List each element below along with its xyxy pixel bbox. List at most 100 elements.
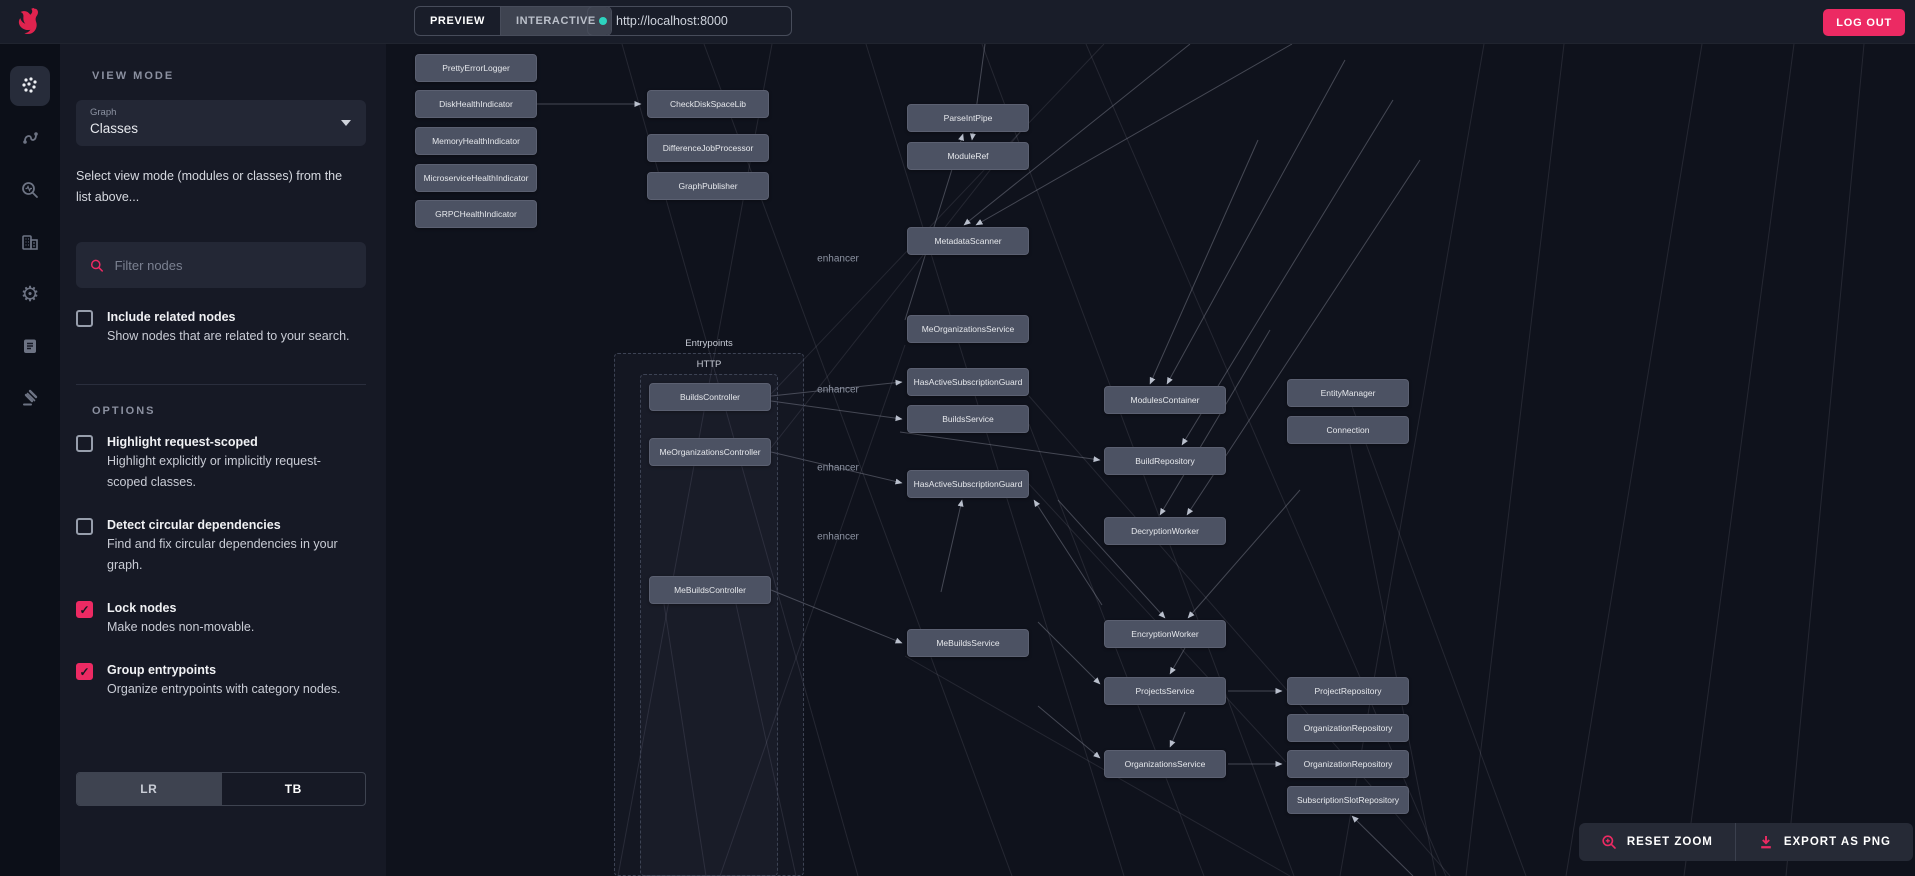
- preview-url-input[interactable]: [616, 14, 780, 28]
- graph-edge: [1169, 711, 1186, 748]
- tab-preview[interactable]: PREVIEW: [415, 7, 500, 35]
- option-description: Highlight explicitly or implicitly reque…: [107, 454, 321, 489]
- graph-node-graphpublisher[interactable]: GraphPublisher: [647, 172, 769, 200]
- preview-url-box[interactable]: [587, 6, 792, 36]
- sidebar-item-routes[interactable]: [10, 118, 50, 158]
- sidebar-item-scan[interactable]: [10, 170, 50, 210]
- option-title: Highlight request-scoped: [107, 435, 258, 449]
- graph-edge: [1159, 329, 1271, 516]
- graph-edge: [1785, 43, 1865, 876]
- option-title: Group entrypoints: [107, 663, 217, 677]
- edge-label: enhancer: [817, 462, 859, 474]
- option-row-group-entrypoints[interactable]: ✓ Group entrypoints Organize entrypoints w…: [76, 661, 366, 700]
- zoom-reset-icon: [1602, 835, 1616, 849]
- checkbox[interactable]: ✓: [76, 601, 93, 618]
- filter-nodes-box[interactable]: [76, 242, 366, 288]
- graph-node-moduleref[interactable]: ModuleRef: [907, 142, 1029, 170]
- preview-mode-tabs: PREVIEW INTERACTIVE: [414, 6, 612, 36]
- graph-node-parseintpipe[interactable]: ParseIntPipe: [907, 104, 1029, 132]
- top-bar: PREVIEWINTERACTIVE LOG OUT: [0, 0, 1915, 44]
- graph-node-organizationrepository[interactable]: OrganizationRepository: [1287, 750, 1409, 778]
- graph-node-connection[interactable]: Connection: [1287, 416, 1409, 444]
- checkbox[interactable]: [76, 518, 93, 535]
- graph-edge: [1187, 489, 1301, 619]
- option-description: Organize entrypoints with category nodes…: [107, 682, 341, 696]
- edge-label: enhancer: [817, 384, 859, 396]
- graph-node-differencejobprocessor[interactable]: DifferenceJobProcessor: [647, 134, 769, 162]
- option-row-lock-nodes[interactable]: ✓ Lock nodes Make nodes non-movable.: [76, 599, 366, 638]
- graph-node-microservicehealthindicator[interactable]: MicroserviceHealthIndicator: [415, 164, 537, 192]
- graph-node-meorganizationscontroller[interactable]: MeOrganizationsController: [649, 438, 771, 466]
- filter-nodes-input[interactable]: [114, 257, 352, 273]
- include-related-checkbox-row[interactable]: Include related nodes Show nodes that ar…: [76, 308, 366, 347]
- graph-select[interactable]: Graph Classes: [76, 100, 366, 146]
- graph-edge: [975, 43, 1293, 226]
- graph-node-mebuildsservice[interactable]: MeBuildsService: [907, 629, 1029, 657]
- layout-direction-toggle: LR TB: [76, 772, 366, 806]
- graph-node-hasactivesubscriptionguard[interactable]: HasActiveSubscriptionGuard: [907, 368, 1029, 396]
- graph-node-projectrepository[interactable]: ProjectRepository: [1287, 677, 1409, 705]
- reset-zoom-label: RESET ZOOM: [1626, 836, 1713, 848]
- option-row-highlight-request-scoped[interactable]: Highlight request-scoped Highlight explic…: [76, 433, 366, 493]
- graph-node-grpchealthindicator[interactable]: GRPCHealthIndicator: [415, 200, 537, 228]
- graph-edge: [1037, 621, 1101, 685]
- options-header: OPTIONS: [92, 405, 156, 417]
- icon-rail: ⚙: [0, 44, 60, 876]
- graph-node-entitymanager[interactable]: EntityManager: [1287, 379, 1409, 407]
- include-related-checkbox[interactable]: [76, 310, 93, 327]
- graph-node-prettyerrorlogger[interactable]: PrettyErrorLogger: [415, 54, 537, 82]
- log-out-button[interactable]: LOG OUT: [1823, 9, 1905, 36]
- settings-icon: ⚙: [20, 282, 40, 306]
- graph-node-hasactivesubscriptionguard[interactable]: HasActiveSubscriptionGuard: [907, 470, 1029, 498]
- direction-tb-button[interactable]: TB: [220, 773, 366, 805]
- graph-node-checkdiskspacelib[interactable]: CheckDiskSpaceLib: [647, 90, 769, 118]
- graph-node-decryptionworker[interactable]: DecryptionWorker: [1104, 517, 1226, 545]
- modules-icon: [20, 232, 40, 252]
- sidebar-item-graph[interactable]: [10, 66, 50, 106]
- export-png-label: EXPORT AS PNG: [1783, 836, 1891, 848]
- graph-node-projectsservice[interactable]: ProjectsService: [1104, 677, 1226, 705]
- graph-node-buildsservice[interactable]: BuildsService: [907, 405, 1029, 433]
- graph-node-mebuildscontroller[interactable]: MeBuildsController: [649, 576, 771, 604]
- canvas-controls: RESET ZOOM EXPORT AS PNG: [1578, 823, 1913, 861]
- graph-node-memoryhealthindicator[interactable]: MemoryHealthIndicator: [415, 127, 537, 155]
- direction-lr-button[interactable]: LR: [77, 773, 221, 805]
- sidebar-item-gavel[interactable]: [10, 378, 50, 418]
- sidebar-item-settings[interactable]: ⚙: [10, 274, 50, 314]
- gavel-icon: [20, 388, 40, 408]
- graph-node-modulescontainer[interactable]: ModulesContainer: [1104, 386, 1226, 414]
- edge-label: enhancer: [817, 531, 859, 543]
- docs-icon: [20, 336, 40, 356]
- graph-edge: [1683, 43, 1795, 876]
- checkbox[interactable]: [76, 435, 93, 452]
- graph-node-buildscontroller[interactable]: BuildsController: [649, 383, 771, 411]
- reset-zoom-button[interactable]: RESET ZOOM: [1579, 823, 1735, 861]
- graph-node-metadatascanner[interactable]: MetadataScanner: [907, 227, 1029, 255]
- export-png-button[interactable]: EXPORT AS PNG: [1734, 823, 1913, 861]
- search-icon: [90, 259, 103, 272]
- graph-node-diskhealthindicator[interactable]: DiskHealthIndicator: [415, 90, 537, 118]
- view-mode-description: Select view mode (modules or classes) fr…: [76, 169, 343, 204]
- graph-select-label: Graph: [90, 107, 117, 118]
- sidebar-item-modules[interactable]: [10, 222, 50, 262]
- graph-edge: [1465, 43, 1565, 876]
- graph-node-organizationsservice[interactable]: OrganizationsService: [1104, 750, 1226, 778]
- graph-node-organizationrepository[interactable]: OrganizationRepository: [1287, 714, 1409, 742]
- graph-node-meorganizationsservice[interactable]: MeOrganizationsService: [907, 315, 1029, 343]
- scan-icon: [20, 180, 40, 200]
- graph-node-encryptionworker[interactable]: EncryptionWorker: [1104, 620, 1226, 648]
- group-label: HTTP: [696, 359, 722, 370]
- option-title: Lock nodes: [107, 601, 177, 615]
- graph-node-buildrepository[interactable]: BuildRepository: [1104, 447, 1226, 475]
- graph-edge: [904, 655, 1291, 876]
- graph-edge: [1351, 815, 1414, 876]
- checkbox[interactable]: ✓: [76, 663, 93, 680]
- option-description: Find and fix circular dependencies in yo…: [107, 537, 338, 572]
- graph-edge: [1169, 647, 1186, 675]
- option-row-detect-circular-dependencies[interactable]: Detect circular dependencies Find and fix…: [76, 516, 366, 576]
- nestjs-logo: [18, 7, 38, 34]
- graph-edge: [940, 499, 964, 593]
- sidebar-item-docs[interactable]: [10, 326, 50, 366]
- graph-node-subscriptionslotrepository[interactable]: SubscriptionSlotRepository: [1287, 786, 1409, 814]
- group-label: Entrypoints: [685, 338, 733, 349]
